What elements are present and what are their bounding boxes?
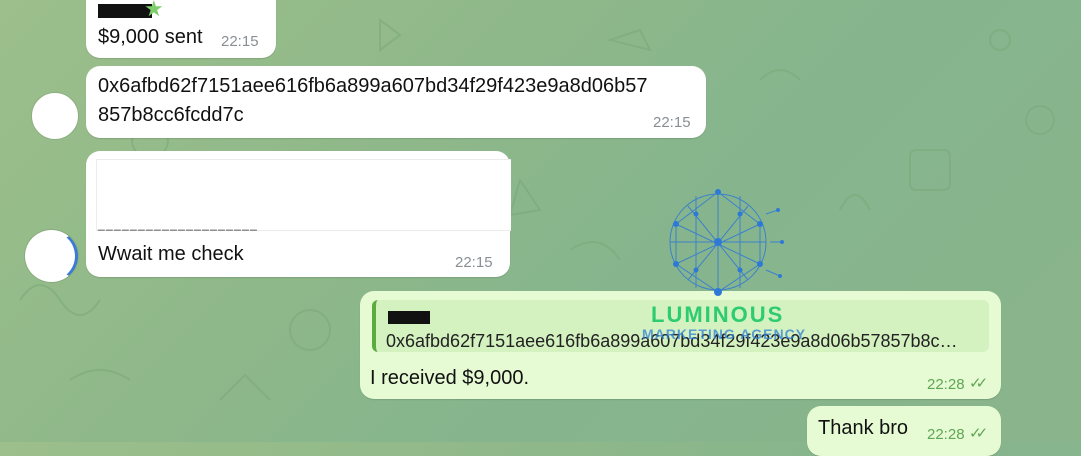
message-time: 22:15 — [221, 33, 259, 50]
outgoing-message[interactable]: Thank bro 22:28 ✓✓ — [807, 406, 1001, 456]
message-text: I received $9,000. — [370, 367, 529, 389]
sender-avatar[interactable] — [25, 230, 78, 282]
divider-dashes: _ _ _ _ _ _ _ _ _ _ _ _ _ _ _ _ _ _ _ _ — [98, 217, 257, 231]
star-icon: ★ — [144, 0, 164, 21]
message-text: Wwait me check — [98, 243, 244, 265]
message-text-line2: 857b8cc6fcdd7c — [98, 104, 244, 126]
message-text-line1: 0x6afbd62f7151aee616fb6a899a607bd34f29f4… — [98, 75, 648, 97]
read-receipt-icon: ✓✓ — [969, 425, 988, 442]
incoming-message[interactable]: ★ $9,000 sent 22:15 — [86, 0, 276, 58]
redacted-reply-sender — [388, 311, 430, 324]
message-time: 22:15 — [653, 114, 691, 131]
message-text: $9,000 sent — [98, 26, 203, 48]
message-time: 22:15 — [455, 254, 493, 271]
read-receipt-icon: ✓✓ — [969, 375, 988, 392]
globe-network-icon — [669, 189, 784, 296]
message-text: Thank bro — [818, 417, 909, 439]
watermark-subtitle: MARKETING AGENCY — [642, 326, 807, 342]
sender-avatar[interactable] — [32, 93, 78, 139]
message-time: 22:28 — [927, 426, 965, 443]
incoming-message[interactable]: 0x6afbd62f7151aee616fb6a899a607bd34f29f4… — [86, 66, 706, 138]
incoming-message[interactable]: _ _ _ _ _ _ _ _ _ _ _ _ _ _ _ _ _ _ _ _ … — [86, 151, 511, 277]
watermark-title: LUMINOUS — [651, 302, 785, 327]
message-time: 22:28 — [927, 376, 965, 393]
